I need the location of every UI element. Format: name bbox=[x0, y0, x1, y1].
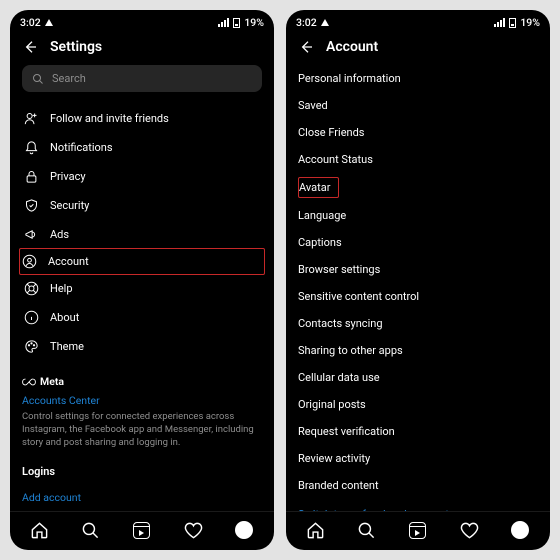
status-time: 3:02 bbox=[20, 16, 41, 29]
lifebuoy-icon bbox=[24, 281, 39, 296]
highlight-avatar: Avatar bbox=[298, 177, 339, 198]
battery-icon bbox=[509, 18, 516, 28]
battery-icon bbox=[233, 18, 240, 28]
search-input[interactable]: Search bbox=[22, 65, 262, 92]
menu-label: Theme bbox=[50, 340, 84, 353]
menu-account[interactable]: Account bbox=[19, 248, 265, 275]
row-personal-information[interactable]: Personal information bbox=[298, 65, 538, 92]
content: Personal information Saved Close Friends… bbox=[286, 65, 550, 511]
phone-account: 3:02 19% Account Personal information Sa… bbox=[286, 10, 550, 550]
status-time: 3:02 bbox=[296, 16, 317, 29]
row-branded-content[interactable]: Branded content bbox=[298, 472, 538, 499]
row-sharing-apps[interactable]: Sharing to other apps bbox=[298, 337, 538, 364]
row-saved[interactable]: Saved bbox=[298, 92, 538, 119]
lock-icon bbox=[24, 169, 39, 184]
row-avatar[interactable]: Avatar bbox=[298, 173, 538, 202]
search-nav-icon[interactable] bbox=[81, 520, 101, 540]
row-captions[interactable]: Captions bbox=[298, 229, 538, 256]
bottom-nav bbox=[286, 511, 550, 550]
home-icon[interactable] bbox=[306, 520, 326, 540]
login-links: Add account Log out bbox=[22, 486, 262, 511]
shield-icon bbox=[24, 198, 39, 213]
row-original-posts[interactable]: Original posts bbox=[298, 391, 538, 418]
menu-security[interactable]: Security bbox=[22, 191, 262, 220]
bottom-nav bbox=[10, 511, 274, 550]
menu-label: Account bbox=[48, 255, 89, 268]
menu-about[interactable]: About bbox=[22, 303, 262, 332]
menu-label: Follow and invite friends bbox=[50, 112, 169, 125]
heart-icon[interactable] bbox=[459, 520, 479, 540]
menu-label: Privacy bbox=[50, 170, 86, 183]
row-cellular-data[interactable]: Cellular data use bbox=[298, 364, 538, 391]
account-menu: Personal information Saved Close Friends… bbox=[298, 65, 538, 511]
profile-icon[interactable] bbox=[234, 520, 254, 540]
person-plus-icon bbox=[24, 111, 39, 126]
signal-icon bbox=[494, 18, 505, 27]
search-placeholder: Search bbox=[52, 72, 86, 85]
header: Settings bbox=[10, 31, 274, 65]
page-title: Settings bbox=[50, 39, 102, 55]
row-browser-settings[interactable]: Browser settings bbox=[298, 256, 538, 283]
add-account-link[interactable]: Add account bbox=[22, 486, 262, 509]
row-request-verification[interactable]: Request verification bbox=[298, 418, 538, 445]
accounts-center-link[interactable]: Accounts Center bbox=[22, 394, 262, 407]
menu-label: Notifications bbox=[50, 141, 113, 154]
row-language[interactable]: Language bbox=[298, 202, 538, 229]
content: Search Follow and invite friends Notific… bbox=[10, 65, 274, 511]
row-sensitive-content[interactable]: Sensitive content control bbox=[298, 283, 538, 310]
switch-professional-link[interactable]: Switch to professional account bbox=[298, 499, 538, 511]
row-account-status[interactable]: Account Status bbox=[298, 146, 538, 173]
warning-icon bbox=[45, 19, 53, 26]
info-icon bbox=[24, 310, 39, 325]
logins-heading: Logins bbox=[22, 465, 262, 478]
home-icon[interactable] bbox=[30, 520, 50, 540]
heart-icon[interactable] bbox=[183, 520, 203, 540]
row-close-friends[interactable]: Close Friends bbox=[298, 119, 538, 146]
meta-brand: Meta bbox=[22, 375, 262, 388]
reels-icon[interactable] bbox=[408, 520, 428, 540]
page-title: Account bbox=[326, 39, 378, 55]
signal-icon bbox=[218, 18, 229, 27]
profile-icon[interactable] bbox=[510, 520, 530, 540]
menu-label: Ads bbox=[50, 228, 69, 241]
palette-icon bbox=[24, 339, 39, 354]
row-contacts-syncing[interactable]: Contacts syncing bbox=[298, 310, 538, 337]
menu-theme[interactable]: Theme bbox=[22, 332, 262, 361]
bell-icon bbox=[24, 140, 39, 155]
phone-settings: 3:02 19% Settings Search Follow and invi… bbox=[10, 10, 274, 550]
menu-ads[interactable]: Ads bbox=[22, 220, 262, 249]
back-icon[interactable] bbox=[22, 39, 38, 55]
menu-label: About bbox=[50, 311, 79, 324]
menu-privacy[interactable]: Privacy bbox=[22, 162, 262, 191]
search-icon bbox=[32, 73, 44, 85]
menu-label: Security bbox=[50, 199, 89, 212]
row-review-activity[interactable]: Review activity bbox=[298, 445, 538, 472]
menu-label: Help bbox=[50, 282, 73, 295]
user-circle-icon bbox=[22, 254, 37, 269]
status-bar: 3:02 19% bbox=[286, 10, 550, 31]
meta-icon bbox=[22, 378, 36, 386]
status-battery: 19% bbox=[244, 16, 264, 29]
warning-icon bbox=[321, 19, 329, 26]
search-nav-icon[interactable] bbox=[357, 520, 377, 540]
status-battery: 19% bbox=[520, 16, 540, 29]
menu-help[interactable]: Help bbox=[22, 274, 262, 303]
meta-description: Control settings for connected experienc… bbox=[22, 411, 262, 449]
meta-section: Meta Accounts Center Control settings fo… bbox=[22, 375, 262, 449]
menu-follow-invite[interactable]: Follow and invite friends bbox=[22, 104, 262, 133]
header: Account bbox=[286, 31, 550, 65]
megaphone-icon bbox=[24, 227, 39, 242]
menu-notifications[interactable]: Notifications bbox=[22, 133, 262, 162]
settings-menu: Follow and invite friends Notifications … bbox=[22, 104, 262, 361]
back-icon[interactable] bbox=[298, 39, 314, 55]
status-bar: 3:02 19% bbox=[10, 10, 274, 31]
reels-icon[interactable] bbox=[132, 520, 152, 540]
